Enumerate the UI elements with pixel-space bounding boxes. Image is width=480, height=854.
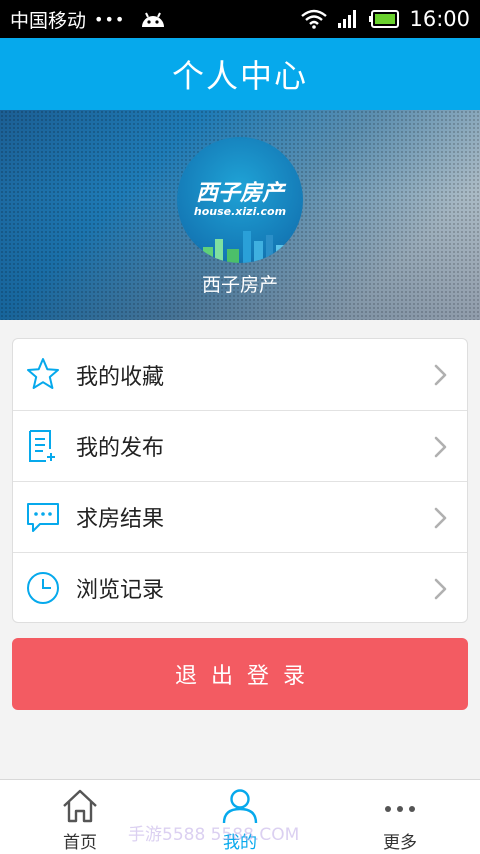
username: 西子房产 (201, 274, 278, 296)
avatar-logo-text: 西子房产 (195, 181, 284, 206)
notification-dots: ••• (94, 9, 126, 29)
tab-more[interactable]: 更多 (320, 780, 480, 854)
tab-mine[interactable]: 我的 (160, 780, 320, 854)
tab-label: 更多 (383, 833, 417, 853)
document-icon (29, 430, 55, 462)
app-header: 个人中心 (0, 38, 480, 110)
more-dots-icon (385, 806, 415, 812)
menu-item-label: 浏览记录 (76, 578, 165, 603)
signal-icon (338, 10, 357, 28)
tab-label: 我的 (223, 833, 257, 853)
tab-label: 首页 (63, 833, 97, 853)
profile-banner: 西子房产 house.xizi.com 西子房产 (0, 110, 480, 320)
menu-item-label: 求房结果 (76, 507, 165, 532)
avatar-logo-url: house.xizi.com (193, 205, 287, 218)
battery-icon (369, 10, 400, 28)
logout-button[interactable]: 退出登录 (12, 638, 468, 710)
chevron-right-icon (434, 507, 447, 529)
tab-home[interactable]: 首页 (0, 780, 160, 854)
logout-label: 退出登录 (174, 664, 319, 689)
menu-list: 我的收藏 我的发布 求房结果 浏览记录 (12, 338, 468, 623)
page-title: 个人中心 (171, 57, 308, 95)
wifi-icon (301, 9, 328, 29)
chevron-right-icon (434, 364, 447, 386)
menu-item-my-posts[interactable]: 我的发布 (13, 410, 467, 481)
chat-bubble-icon (27, 503, 59, 532)
carrier-name: 中国移动 (10, 9, 87, 32)
status-right: 16:00 (301, 7, 470, 31)
menu-item-housing-results[interactable]: 求房结果 (13, 481, 467, 552)
city-skyline-icon (203, 231, 286, 263)
avatar[interactable]: 西子房产 house.xizi.com (177, 137, 303, 263)
home-icon (63, 789, 97, 823)
chevron-right-icon (434, 578, 447, 600)
menu-item-label: 我的发布 (76, 436, 165, 461)
android-icon (142, 12, 165, 27)
chevron-right-icon (434, 436, 447, 458)
bottom-tab-bar: 首页 我的 更多 (0, 779, 480, 854)
star-icon (27, 358, 59, 389)
person-icon (222, 789, 258, 824)
menu-item-history[interactable]: 浏览记录 (13, 552, 467, 623)
menu-item-favorites[interactable]: 我的收藏 (13, 339, 467, 410)
status-bar: 中国移动 ••• 16:00 (0, 0, 480, 38)
menu-item-label: 我的收藏 (76, 364, 165, 390)
clock-time: 16:00 (409, 7, 470, 31)
clock-icon (27, 572, 59, 604)
